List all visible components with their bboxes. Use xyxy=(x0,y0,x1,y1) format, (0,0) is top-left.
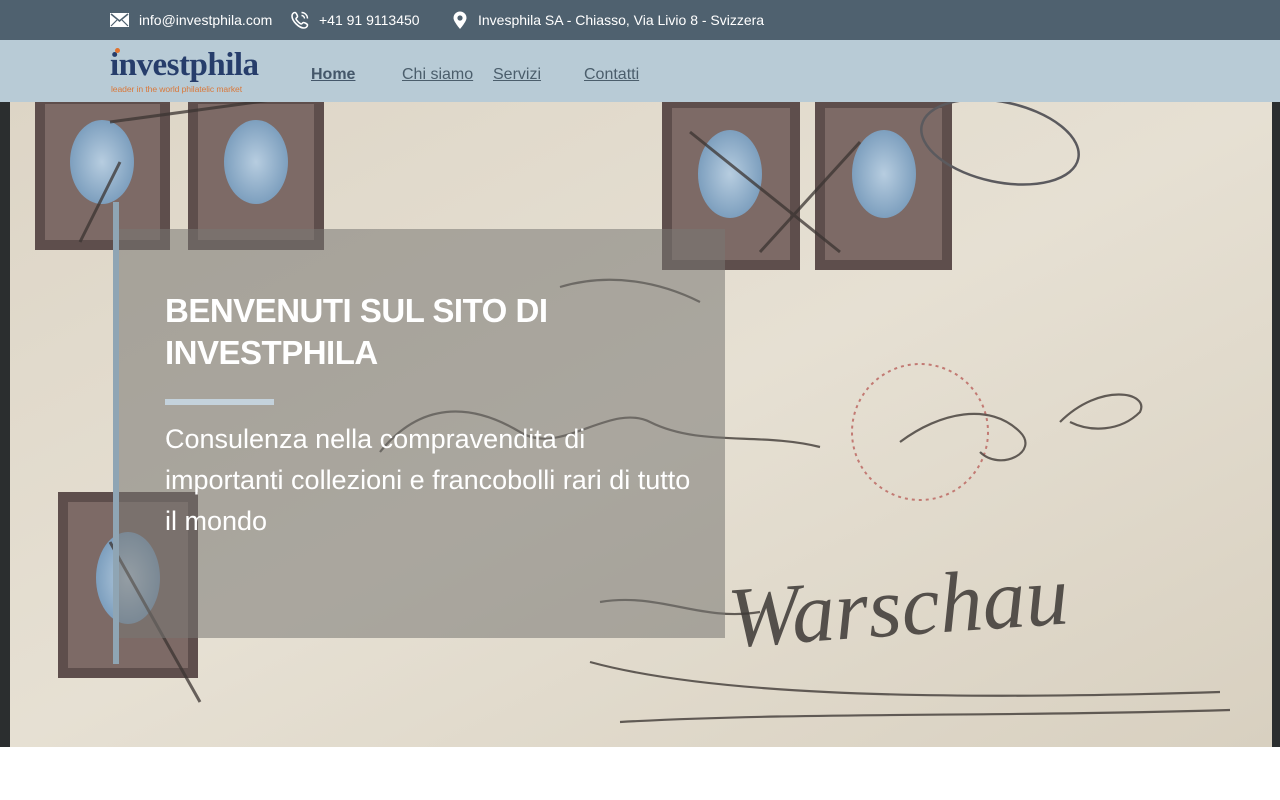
hero-section: Warschau BENVENUTI SUL SITO DI INVESTPHI… xyxy=(0,102,1280,747)
stamp xyxy=(188,102,324,250)
nav-item-chi-siamo[interactable]: Chi siamo xyxy=(402,40,473,102)
location-pin-icon xyxy=(452,11,468,30)
nav-item-home[interactable]: Home xyxy=(311,40,355,102)
top-contact-bar: info@investphila.com +41 91 9113450 Inve… xyxy=(0,0,1280,40)
hero-accent-bar xyxy=(113,202,119,664)
brand-tagline: leader in the world philatelic market xyxy=(111,84,243,94)
contact-address: Invesphila SA - Chiasso, Via Livio 8 - S… xyxy=(452,0,764,40)
contact-address-text: Invesphila SA - Chiasso, Via Livio 8 - S… xyxy=(478,12,765,28)
mail-icon xyxy=(110,13,129,27)
nav-item-contatti[interactable]: Contatti xyxy=(584,40,639,102)
contact-email[interactable]: info@investphila.com xyxy=(110,0,272,40)
stamp xyxy=(815,102,952,270)
contact-phone[interactable]: +41 91 9113450 xyxy=(291,0,420,40)
brand-logo[interactable]: investphila leader in the world philatel… xyxy=(110,46,270,98)
phone-icon xyxy=(291,11,309,29)
hero-title: BENVENUTI SUL SITO DI INVESTPHILA xyxy=(165,292,548,371)
main-navbar: investphila leader in the world philatel… xyxy=(0,40,1280,102)
contact-phone-text: +41 91 9113450 xyxy=(319,12,420,28)
brand-logo-wordmark: investphila xyxy=(110,47,259,83)
hero-title-divider xyxy=(165,399,274,405)
nav-item-servizi[interactable]: Servizi xyxy=(493,40,541,102)
brand-logo-dot xyxy=(115,48,120,53)
contact-email-text: info@investphila.com xyxy=(139,12,273,28)
hero-subtitle: Consulenza nella compravendita di import… xyxy=(165,424,691,536)
stamp xyxy=(35,102,170,250)
